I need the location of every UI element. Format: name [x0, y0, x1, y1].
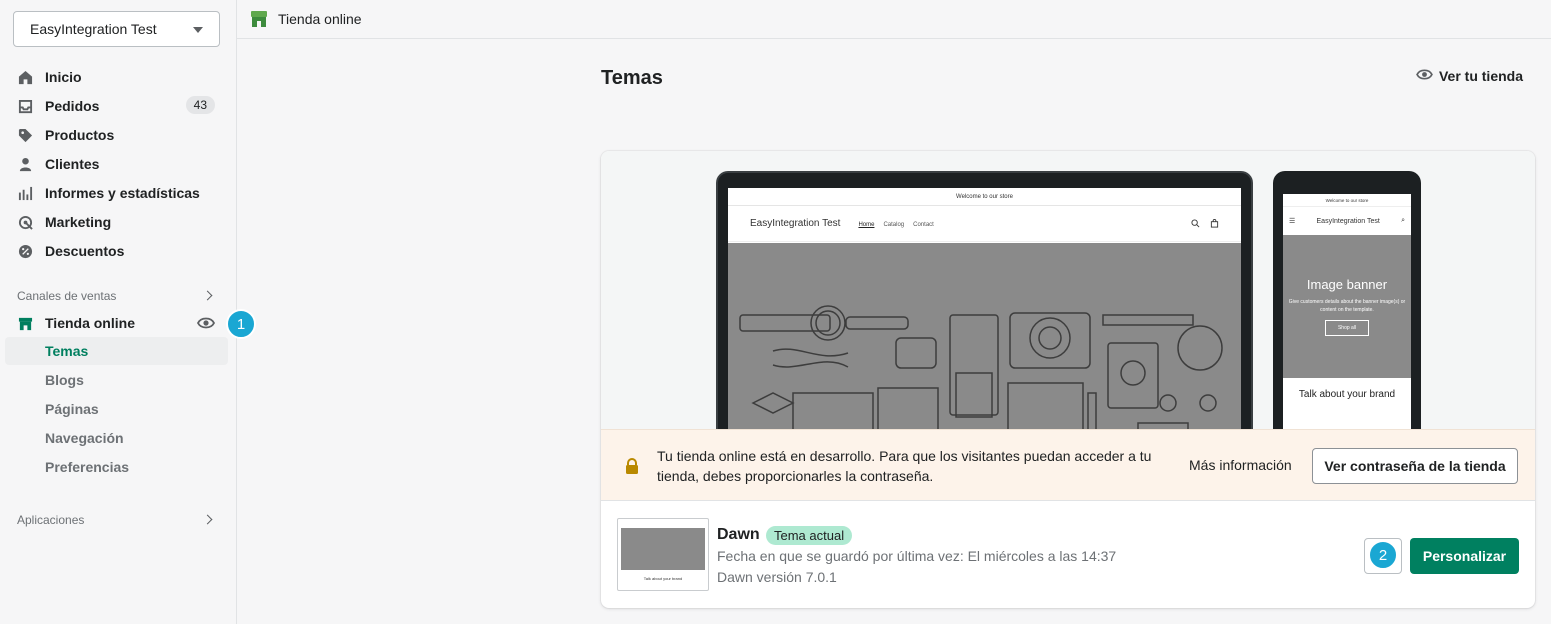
sub-item-blogs[interactable]: Blogs: [5, 366, 228, 394]
preview-brand: EasyIntegration Test: [1316, 217, 1380, 225]
nav-label: Tienda online: [45, 315, 135, 331]
theme-thumbnail[interactable]: Talk about your brand: [617, 518, 709, 591]
eye-icon: [1416, 68, 1433, 84]
nav-label: Pedidos: [45, 98, 100, 114]
cart-icon: [1210, 219, 1219, 228]
discount-icon: [17, 243, 33, 259]
store-icon: [250, 10, 268, 28]
tag-icon: [17, 127, 33, 143]
nav-item-pedidos[interactable]: Pedidos 43: [5, 92, 228, 120]
store-icon: [17, 315, 33, 331]
page-title: Temas: [601, 67, 663, 89]
nav-item-informes[interactable]: Informes y estadísticas: [5, 179, 228, 207]
preview-header: EasyIntegration Test Home Catalog Contact: [728, 206, 1241, 242]
nav-label: Descuentos: [45, 243, 125, 259]
view-store-label: Ver tu tienda: [1438, 68, 1523, 84]
desktop-preview: Welcome to our store EasyIntegration Tes…: [716, 171, 1253, 429]
preview-link-catalog: Catalog: [883, 222, 905, 228]
preview-link-contact: Contact: [913, 222, 934, 228]
store-name: EasyIntegration Test: [30, 21, 157, 37]
view-store-link[interactable]: Ver tu tienda: [1416, 68, 1523, 84]
more-info-link[interactable]: Más información: [1189, 457, 1292, 473]
theme-saved-date: Fecha en que se guardó por última vez: E…: [717, 548, 1117, 564]
topbar-title: Tienda online: [278, 11, 362, 27]
nav-label: Clientes: [45, 156, 100, 172]
banner-title: Image banner: [1306, 277, 1388, 292]
orders-icon: [17, 98, 33, 114]
theme-name: Dawn: [717, 526, 760, 543]
thumbnail-text: Talk about your brand: [643, 576, 683, 581]
home-icon: [17, 69, 33, 85]
bar-chart-icon: [17, 185, 33, 201]
orders-count-badge: 43: [185, 96, 215, 114]
nav-item-marketing[interactable]: Marketing: [5, 208, 228, 236]
caret-down-icon: [193, 27, 203, 33]
view-password-button[interactable]: Ver contraseña de la tienda: [1312, 448, 1518, 484]
theme-version: Dawn versión 7.0.1: [717, 569, 837, 585]
notice-message: Tu tienda online está en desarrollo. Par…: [657, 448, 1152, 484]
person-icon: [17, 156, 33, 172]
nav-label: Marketing: [45, 214, 112, 230]
search-icon: ⌕: [1401, 217, 1405, 224]
nav-item-descuentos[interactable]: Descuentos: [5, 237, 228, 265]
chevron-right-icon[interactable]: [202, 514, 213, 525]
apps-label: Aplicaciones: [17, 513, 85, 527]
preview-link-home: Home: [858, 222, 875, 228]
sub-item-preferencias[interactable]: Preferencias: [5, 453, 228, 481]
password-notice: Tu tienda online está en desarrollo. Par…: [601, 429, 1535, 501]
sub-item-temas[interactable]: Temas: [5, 337, 228, 365]
announcement-bar: Welcome to our store: [1283, 194, 1411, 207]
sub-item-paginas[interactable]: Páginas: [5, 395, 228, 423]
theme-preview[interactable]: Welcome to our store EasyIntegration Tes…: [601, 151, 1535, 429]
banner-subtitle: Give customers details about the banner …: [1288, 299, 1406, 313]
step-2-badge: 2: [1368, 540, 1398, 570]
mobile-preview: Welcome to our store ☰ EasyIntegration T…: [1273, 171, 1421, 429]
nav-item-clientes[interactable]: Clientes: [5, 150, 228, 178]
talk-about-brand: Talk about your brand: [1298, 389, 1396, 400]
sidebar: EasyIntegration Test Inicio Pedidos 43 P…: [0, 0, 256, 624]
customize-button[interactable]: Personalizar: [1410, 538, 1519, 574]
mobile-banner: Image banner Give customers details abou…: [1283, 235, 1411, 378]
shop-all-button: Shop all: [1325, 320, 1369, 336]
sales-channels-label: Canales de ventas: [17, 289, 117, 303]
top-bar: Tienda online: [237, 0, 1551, 39]
lock-icon: [625, 458, 639, 477]
eye-icon[interactable]: [196, 316, 216, 333]
chevron-right-icon[interactable]: [202, 290, 213, 301]
preview-brand: EasyIntegration Test: [750, 218, 841, 229]
current-theme-badge: Tema actual: [766, 526, 853, 545]
nav-label: Productos: [45, 127, 115, 143]
target-icon: [17, 214, 33, 230]
nav-label: Informes y estadísticas: [45, 185, 200, 201]
sub-item-navegacion[interactable]: Navegación: [5, 424, 228, 452]
store-selector[interactable]: EasyIntegration Test: [13, 11, 220, 47]
nav-item-productos[interactable]: Productos: [5, 121, 228, 149]
preview-banner-image: [728, 243, 1241, 429]
menu-icon: ☰: [1289, 218, 1296, 225]
nav-item-tienda-online[interactable]: Tienda online: [5, 309, 228, 337]
illustration-image: [739, 305, 1223, 429]
announcement-bar: Welcome to our store: [728, 188, 1241, 206]
current-theme-row: Talk about your brand Dawn Tema actual F…: [601, 501, 1535, 608]
nav-item-inicio[interactable]: Inicio: [5, 63, 228, 91]
nav-label: Inicio: [45, 69, 82, 85]
step-1-badge: 1: [226, 309, 256, 339]
theme-card: Welcome to our store EasyIntegration Tes…: [601, 151, 1535, 608]
search-icon: [1191, 219, 1200, 228]
